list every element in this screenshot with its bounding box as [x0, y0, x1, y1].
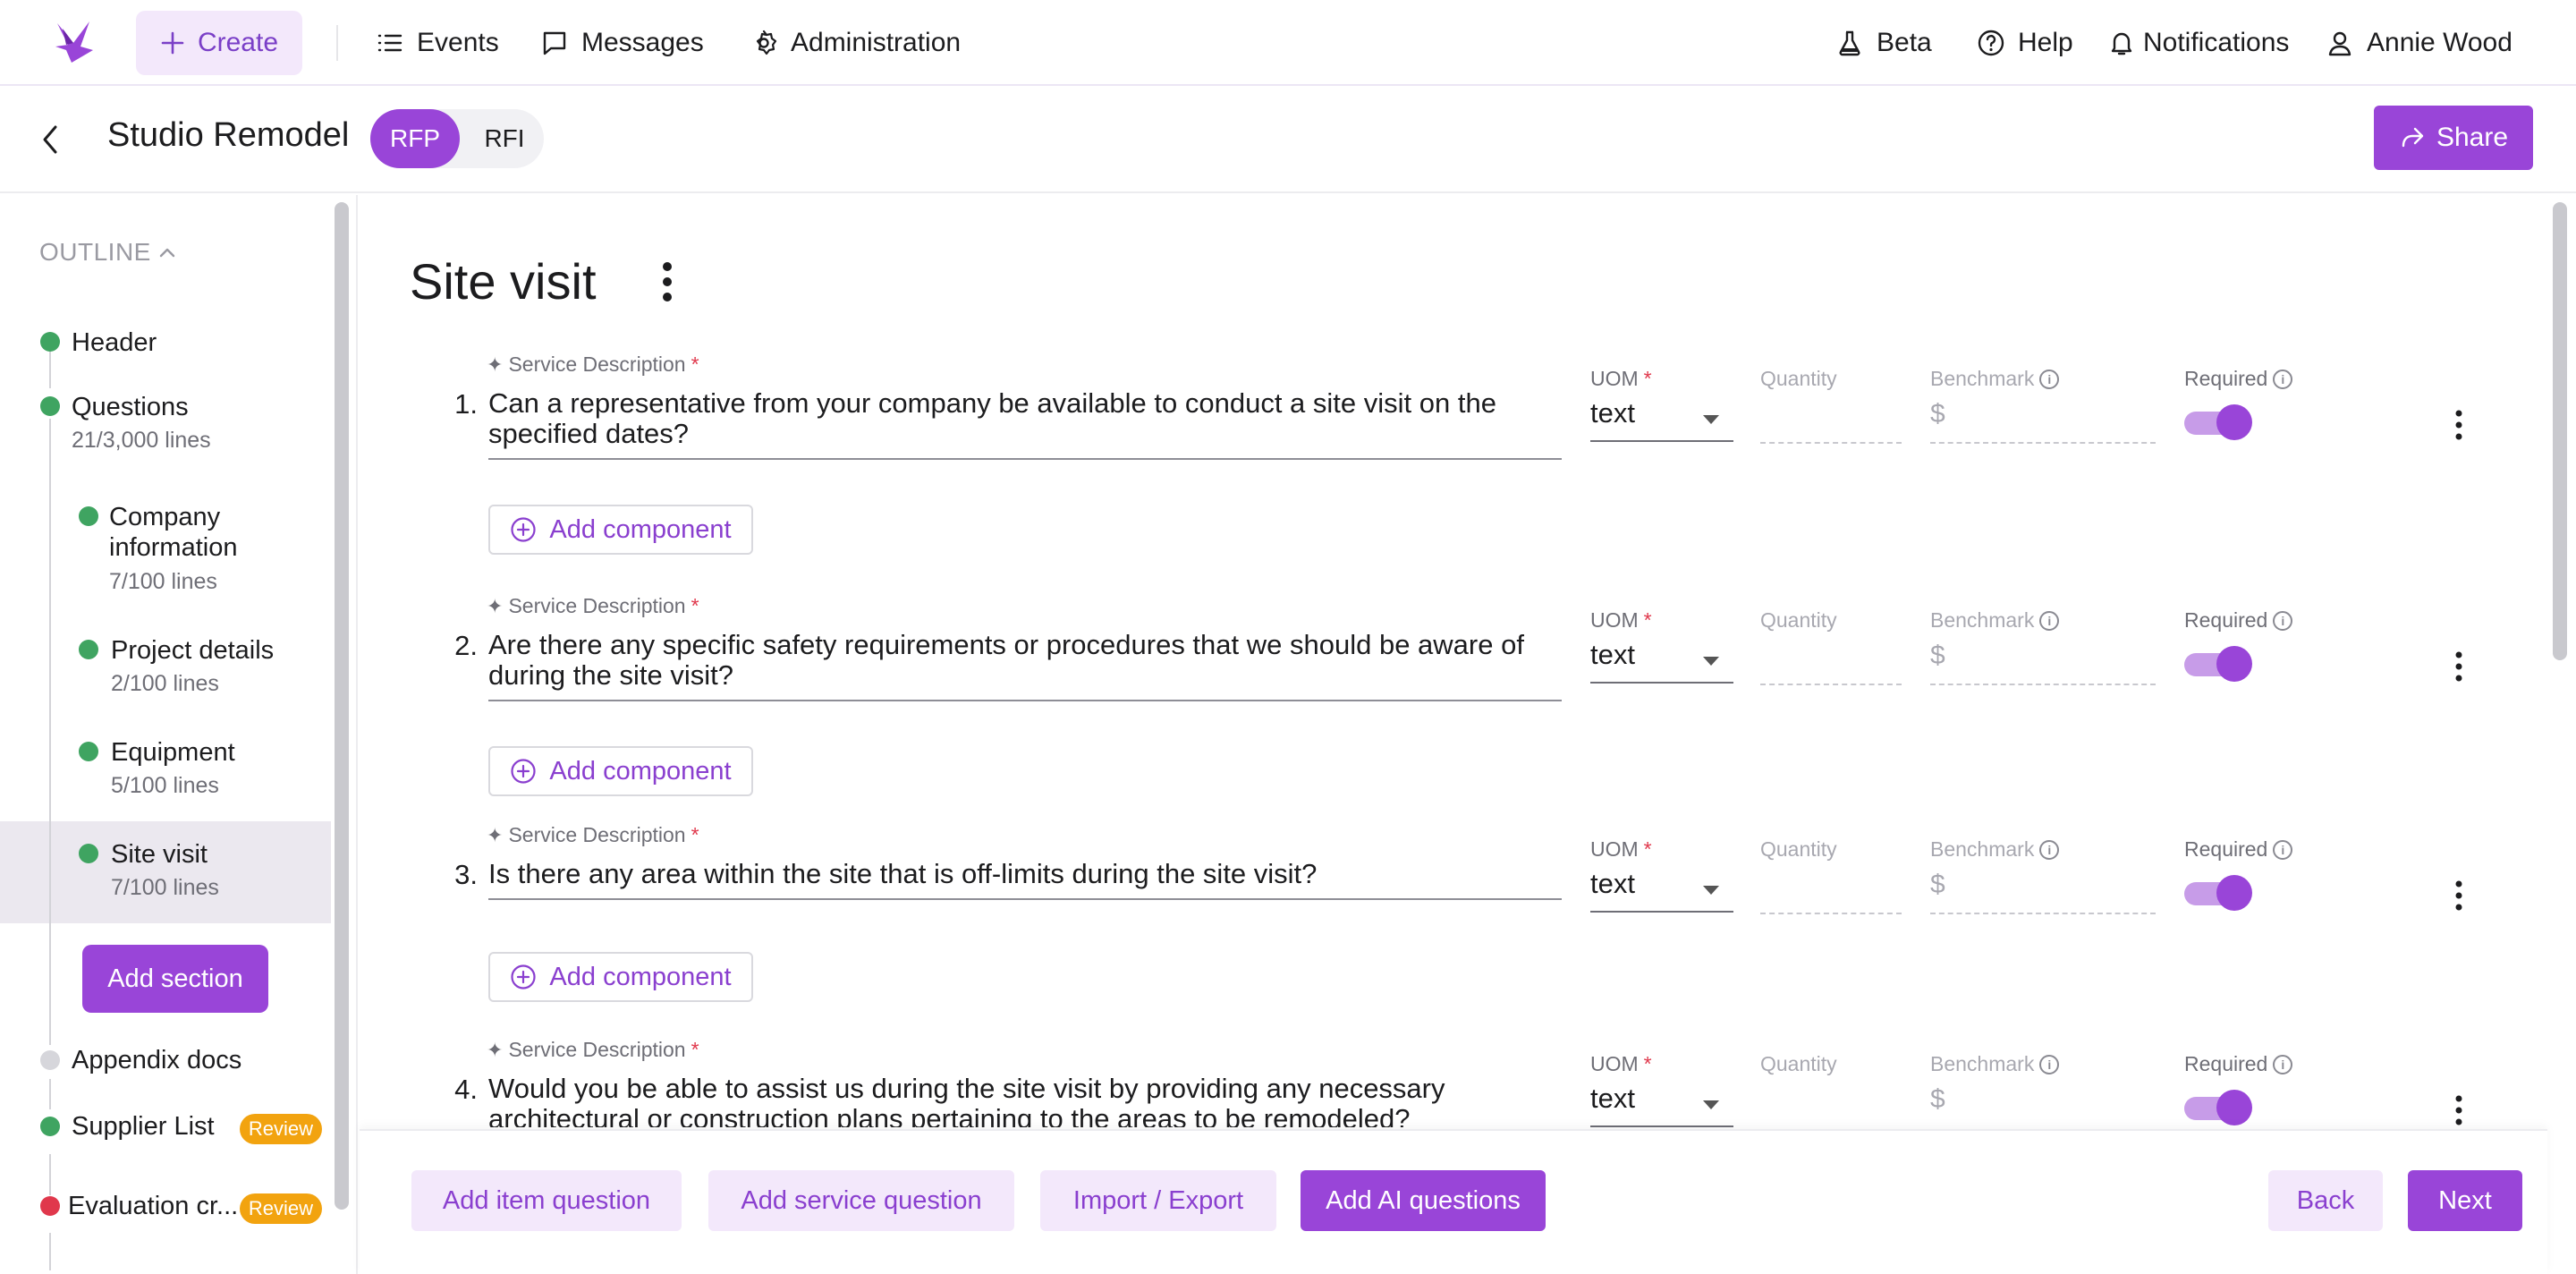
sidebar-item-label: Evaluation cr...: [68, 1192, 239, 1220]
required-toggle[interactable]: [2184, 1090, 2252, 1125]
row-more-icon[interactable]: [2454, 1095, 2463, 1125]
dropdown-caret-icon[interactable]: [1703, 1100, 1719, 1109]
info-icon[interactable]: i: [2273, 1054, 2293, 1074]
sparkle-icon: ✦: [487, 1038, 504, 1061]
quantity-label: Quantity: [1760, 1052, 1837, 1075]
import-export-button[interactable]: Import / Export: [1040, 1170, 1276, 1231]
info-icon[interactable]: i: [2039, 1054, 2060, 1074]
add-ai-questions-button[interactable]: Add AI questions: [1301, 1170, 1546, 1231]
required-label-text: Required: [2184, 1052, 2268, 1075]
next-button[interactable]: Next: [2408, 1170, 2522, 1231]
uom-label: UOM *: [1590, 1052, 1652, 1076]
uom-label-text: UOM: [1590, 1052, 1639, 1075]
question-number: 4.: [454, 1074, 478, 1105]
add-item-question-button[interactable]: Add item question: [411, 1170, 682, 1231]
uom-underline: [1590, 1125, 1733, 1127]
question-text-input[interactable]: Would you be able to assist us during th…: [488, 1074, 1544, 1128]
main-scrollbar[interactable]: [2551, 199, 2569, 1272]
add-service-question-button[interactable]: Add service question: [708, 1170, 1014, 1231]
uom-select[interactable]: text: [1590, 1083, 1635, 1115]
required-label: Required i: [2184, 1052, 2293, 1076]
required-asterisk: *: [691, 1038, 699, 1061]
benchmark-label-text: Benchmark: [1930, 1052, 2035, 1075]
tree-line: [49, 1154, 51, 1195]
currency-symbol: $: [1930, 1084, 1945, 1114]
main-scrollbar-thumb[interactable]: [2553, 202, 2567, 660]
service-description-label: ✦ Service Description *: [487, 1038, 699, 1062]
toggle-knob: [2216, 1090, 2252, 1125]
tree-line: [49, 1233, 51, 1270]
benchmark-label: Benchmark i: [1930, 1052, 2060, 1076]
required-asterisk: *: [1643, 1052, 1652, 1075]
question-row: ✦ Service Description * 4. Would you be …: [0, 0, 2547, 1127]
back-button[interactable]: Back: [2268, 1170, 2383, 1231]
status-error-icon: [40, 1196, 60, 1216]
review-badge: Review: [240, 1193, 322, 1224]
service-description-text: Service Description: [508, 1038, 686, 1061]
